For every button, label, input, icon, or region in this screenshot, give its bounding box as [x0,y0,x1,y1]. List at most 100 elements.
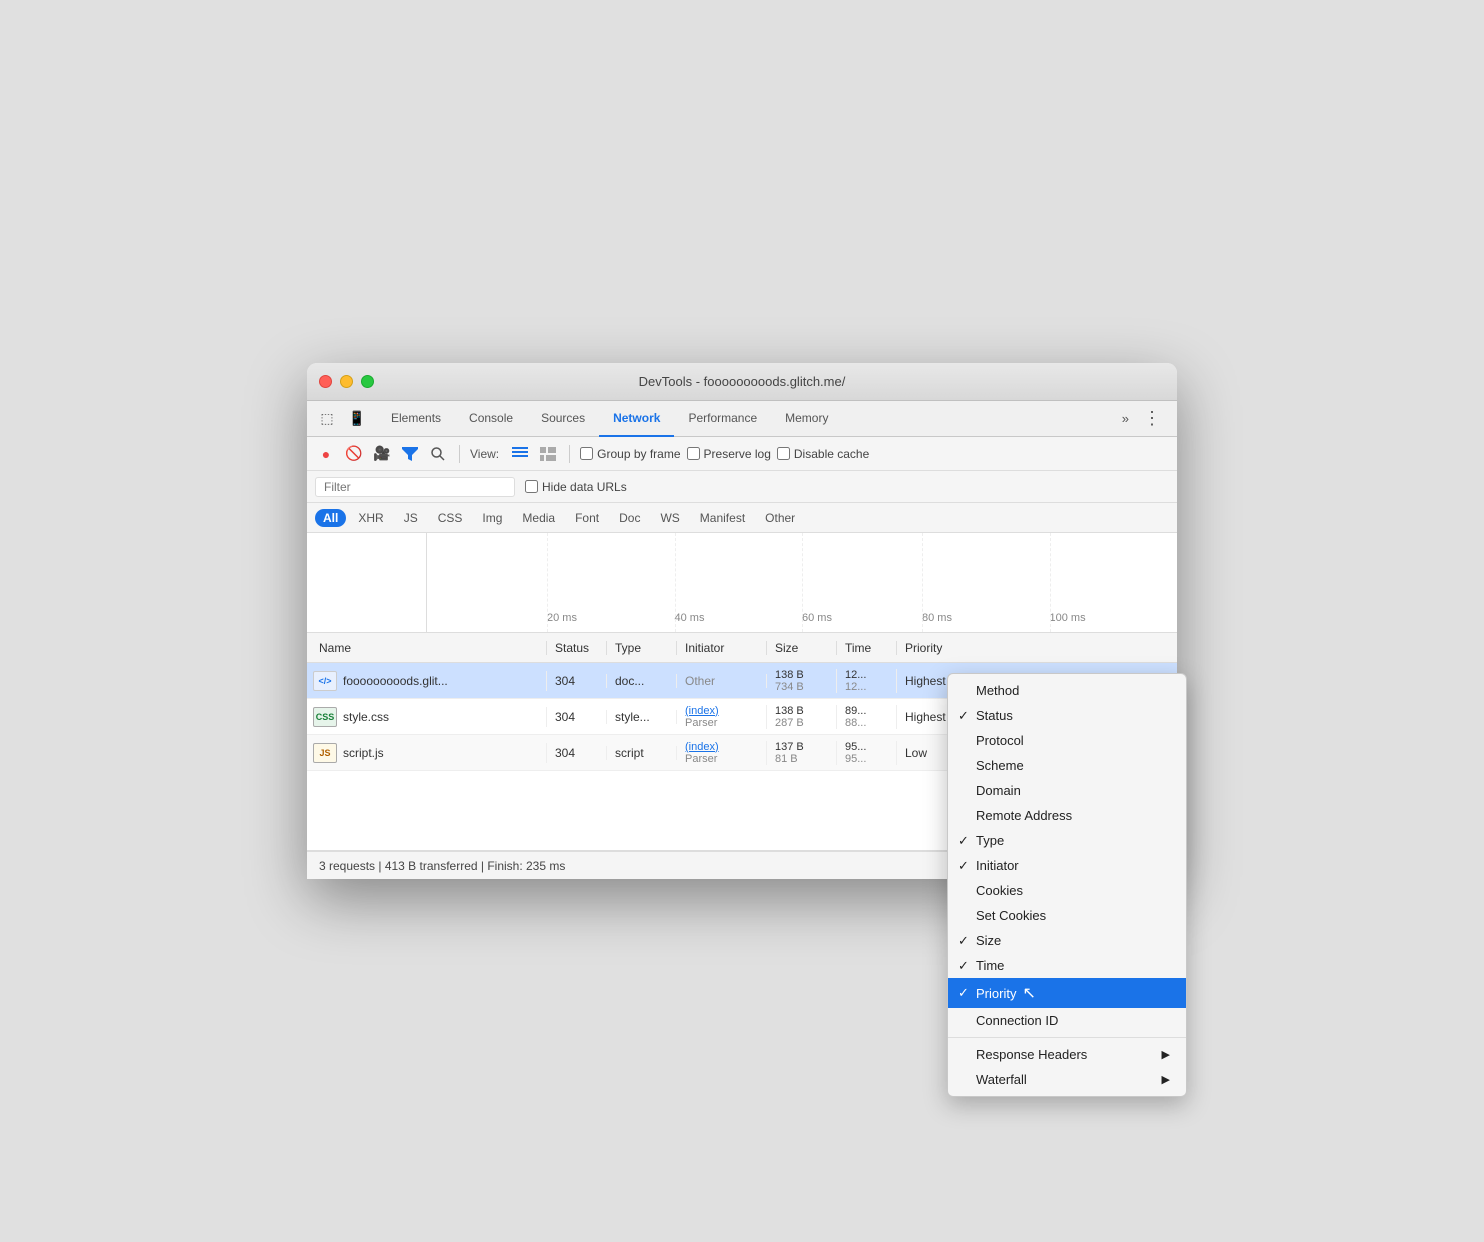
cell-initiator-1: (index) Parser [677,705,767,729]
tab-performance[interactable]: Performance [674,401,771,437]
preserve-log-checkbox[interactable]: Preserve log [687,447,771,461]
cell-time-2: 95... 95... [837,741,897,765]
cell-type-0: doc... [607,674,677,688]
disable-cache-input[interactable] [777,447,790,460]
filter-button[interactable] [399,443,421,465]
menu-item-protocol[interactable]: Protocol [948,728,1186,753]
col-header-priority[interactable]: Priority [897,641,977,655]
col-header-size[interactable]: Size [767,641,837,655]
file-icon-doc: </> [313,671,337,691]
menu-item-scheme[interactable]: Scheme [948,753,1186,778]
menu-item-domain[interactable]: Domain [948,778,1186,803]
tab-icons: ⬚ 📱 [315,407,369,431]
type-btn-media[interactable]: Media [514,509,563,527]
devtools-menu-button[interactable]: ⋮ [1135,408,1169,429]
type-btn-ws[interactable]: WS [652,509,687,527]
title-bar: DevTools - fooooooooods.glitch.me/ [307,363,1177,401]
col-header-type[interactable]: Type [607,641,677,655]
preserve-log-input[interactable] [687,447,700,460]
menu-item-waterfall[interactable]: Waterfall ▶ [948,1067,1186,1092]
type-btn-xhr[interactable]: XHR [350,509,391,527]
status-text: 3 requests | 413 B transferred | Finish:… [319,859,565,873]
type-btn-doc[interactable]: Doc [611,509,648,527]
cell-name-2: JS script.js [307,743,547,763]
submenu-arrow-icon: ▶ [1162,1048,1170,1061]
menu-divider [948,1037,1186,1038]
col-header-time[interactable]: Time [837,641,897,655]
traffic-lights [319,375,374,388]
tick-100ms: 100 ms [1050,612,1086,624]
type-btn-css[interactable]: CSS [430,509,471,527]
close-button[interactable] [319,375,332,388]
device-icon[interactable]: 📱 [345,407,369,431]
separator-1 [459,445,460,463]
list-view-button[interactable] [509,443,531,465]
submenu-arrow-icon: ▶ [1162,1073,1170,1086]
clear-button[interactable]: 🚫 [343,443,365,465]
toolbar: ● 🚫 🎥 View: Group [307,437,1177,471]
search-button[interactable] [427,443,449,465]
cursor-icon: ↖ [1022,983,1035,1003]
maximize-button[interactable] [361,375,374,388]
screenshot-button[interactable]: 🎥 [371,443,393,465]
tab-elements[interactable]: Elements [377,401,455,437]
filter-input[interactable] [315,477,515,497]
type-btn-img[interactable]: Img [474,509,510,527]
cell-time-1: 89... 88... [837,705,897,729]
type-btn-all[interactable]: All [315,509,346,527]
more-tabs-button[interactable]: » [1116,411,1135,426]
tab-network[interactable]: Network [599,401,674,437]
menu-item-cookies[interactable]: Cookies [948,878,1186,903]
cell-type-1: style... [607,710,677,724]
tabs: Elements Console Sources Network Perform… [377,401,1116,437]
inspect-icon[interactable]: ⬚ [315,407,339,431]
context-menu: Method ✓ Status Protocol Scheme Domain R… [947,673,1187,1097]
tree-view-button[interactable] [537,443,559,465]
cell-name-0: </> fooooooooods.glit... [307,671,547,691]
timeline-chart: 20 ms 40 ms 60 ms 80 ms 100 ms [307,533,1177,633]
hide-data-urls-checkbox[interactable]: Hide data URLs [525,480,627,494]
menu-item-initiator[interactable]: ✓ Initiator [948,853,1186,878]
type-btn-js[interactable]: JS [396,509,426,527]
menu-item-status[interactable]: ✓ Status [948,703,1186,728]
cell-status-0: 304 [547,674,607,688]
hide-data-urls-input[interactable] [525,480,538,493]
table-header: Name Status Type Initiator Size Time Pri… [307,633,1177,663]
record-button[interactable]: ● [315,443,337,465]
filename-1: style.css [343,710,389,724]
cell-status-2: 304 [547,746,607,760]
menu-item-priority[interactable]: ✓ Priority ↖ [948,978,1186,1008]
menu-item-size[interactable]: ✓ Size [948,928,1186,953]
menu-item-response-headers[interactable]: Response Headers ▶ [948,1042,1186,1067]
menu-item-time[interactable]: ✓ Time [948,953,1186,978]
disable-cache-checkbox[interactable]: Disable cache [777,447,869,461]
menu-item-set-cookies[interactable]: Set Cookies [948,903,1186,928]
tick-20ms: 20 ms [547,612,577,624]
col-header-initiator[interactable]: Initiator [677,641,767,655]
cell-initiator-2: (index) Parser [677,741,767,765]
col-header-name[interactable]: Name [307,641,547,655]
minimize-button[interactable] [340,375,353,388]
filename-2: script.js [343,746,384,760]
cell-time-0: 12... 12... [837,669,897,693]
cell-size-2: 137 B 81 B [767,741,837,765]
devtools-window: DevTools - fooooooooods.glitch.me/ ⬚ 📱 E… [307,363,1177,879]
col-header-status[interactable]: Status [547,641,607,655]
tick-80ms: 80 ms [922,612,952,624]
filename-0: fooooooooods.glit... [343,674,448,688]
tab-console[interactable]: Console [455,401,527,437]
type-btn-manifest[interactable]: Manifest [692,509,753,527]
cell-status-1: 304 [547,710,607,724]
type-btn-font[interactable]: Font [567,509,607,527]
menu-item-type[interactable]: ✓ Type [948,828,1186,853]
tab-sources[interactable]: Sources [527,401,599,437]
file-icon-css: CSS [313,707,337,727]
group-by-frame-input[interactable] [580,447,593,460]
menu-item-method[interactable]: Method [948,678,1186,703]
menu-item-connection-id[interactable]: Connection ID [948,1008,1186,1033]
menu-item-remote-address[interactable]: Remote Address [948,803,1186,828]
type-btn-other[interactable]: Other [757,509,803,527]
group-by-frame-checkbox[interactable]: Group by frame [580,447,680,461]
tab-memory[interactable]: Memory [771,401,842,437]
file-icon-js: JS [313,743,337,763]
